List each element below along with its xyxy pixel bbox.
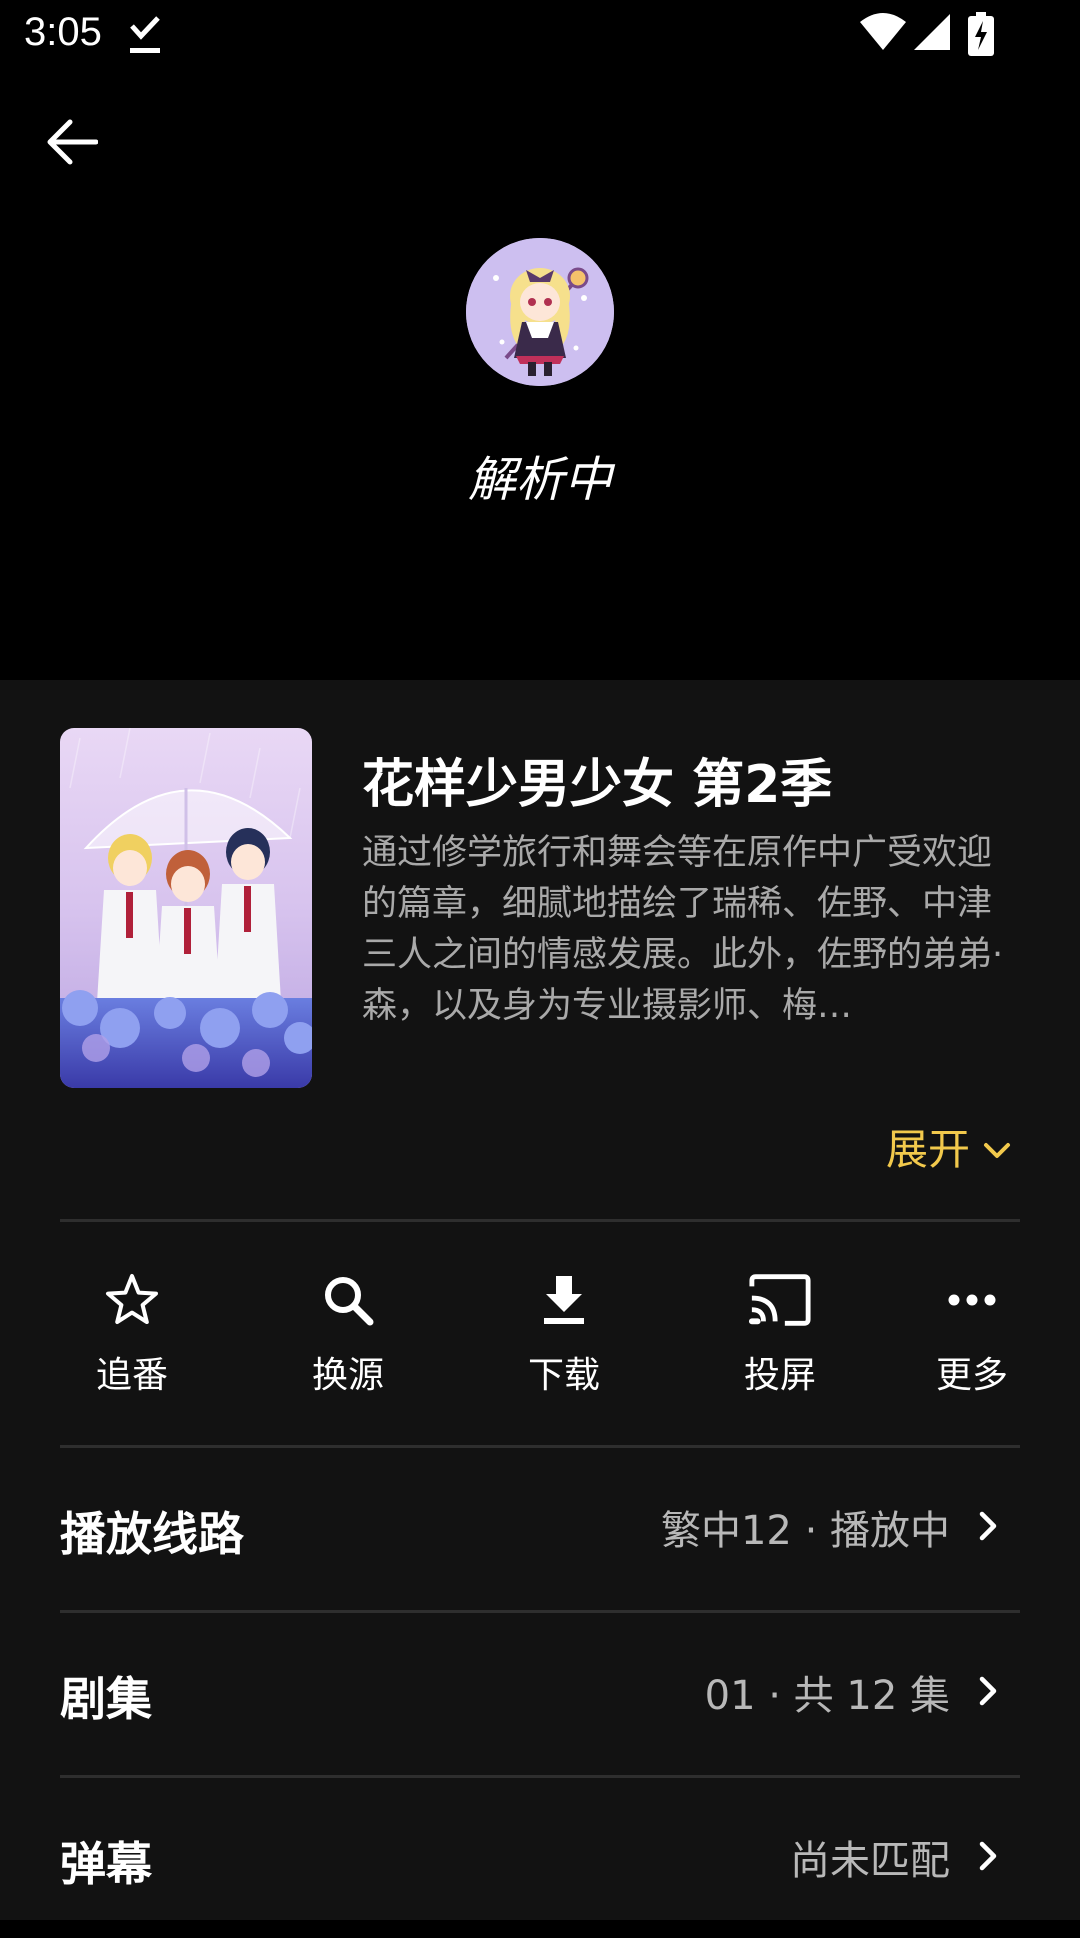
anime-detail-panel: 花样少男少女 第2季 通过修学旅行和舞会等在原作中广受欢迎的篇章，细腻地描绘了瑞…	[0, 680, 1080, 1920]
search-icon	[316, 1268, 380, 1332]
download-icon	[532, 1268, 596, 1332]
cast-icon	[748, 1268, 812, 1332]
signal-icon	[912, 12, 952, 56]
playback-route-value: 繁中12 · 播放中	[660, 1508, 950, 1554]
star-outline-icon	[100, 1268, 164, 1332]
chevron-right-icon	[968, 1836, 1008, 1876]
wifi-icon	[860, 12, 906, 56]
status-bar: 3:05	[0, 0, 1080, 72]
divider	[60, 1219, 1020, 1222]
chevron-right-icon	[968, 1671, 1008, 1711]
episodes-value: 01 · 共 12 集	[704, 1673, 950, 1719]
arrow-back-icon	[46, 118, 99, 170]
change-source-label: 换源	[311, 1355, 384, 1396]
cast-button[interactable]: 投屏	[700, 1268, 860, 1398]
playback-route-label: 播放线路	[60, 1507, 244, 1561]
battery-charging-icon	[968, 12, 994, 60]
anime-title: 花样少男少女 第2季	[362, 755, 833, 815]
playback-route-row[interactable]: 播放线路 繁中12 · 播放中	[60, 1448, 1020, 1608]
danmaku-label: 弹幕	[60, 1837, 152, 1891]
follow-label: 追番	[95, 1355, 168, 1396]
episodes-label: 剧集	[60, 1672, 152, 1726]
video-player[interactable]: 解析中	[0, 72, 1080, 680]
status-time: 3:05	[24, 10, 102, 54]
download-button[interactable]: 下载	[484, 1268, 644, 1398]
back-button[interactable]	[36, 108, 108, 180]
danmaku-row[interactable]: 弹幕 尚未匹配	[60, 1778, 1020, 1938]
download-label: 下载	[527, 1355, 600, 1396]
expand-label: 展开	[885, 1125, 970, 1174]
danmaku-value: 尚未匹配	[790, 1838, 950, 1884]
download-done-icon	[128, 12, 162, 60]
chevron-down-icon	[970, 1122, 1012, 1171]
follow-button[interactable]: 追番	[52, 1268, 212, 1398]
anime-poster[interactable]	[60, 728, 312, 1088]
loading-avatar	[466, 238, 614, 386]
chevron-right-icon	[968, 1506, 1008, 1546]
episodes-row[interactable]: 剧集 01 · 共 12 集	[60, 1613, 1020, 1773]
more-button[interactable]: 更多	[892, 1268, 1052, 1398]
cast-label: 投屏	[743, 1355, 816, 1396]
change-source-button[interactable]: 换源	[268, 1268, 428, 1398]
more-label: 更多	[935, 1355, 1008, 1396]
loading-status-text: 解析中	[467, 452, 612, 508]
more-horizontal-icon	[940, 1268, 1004, 1332]
expand-button[interactable]: 展开	[886, 1116, 1012, 1177]
anime-description: 通过修学旅行和舞会等在原作中广受欢迎的篇章，细腻地描绘了瑞稀、佐野、中津三人之间…	[362, 833, 1004, 1026]
